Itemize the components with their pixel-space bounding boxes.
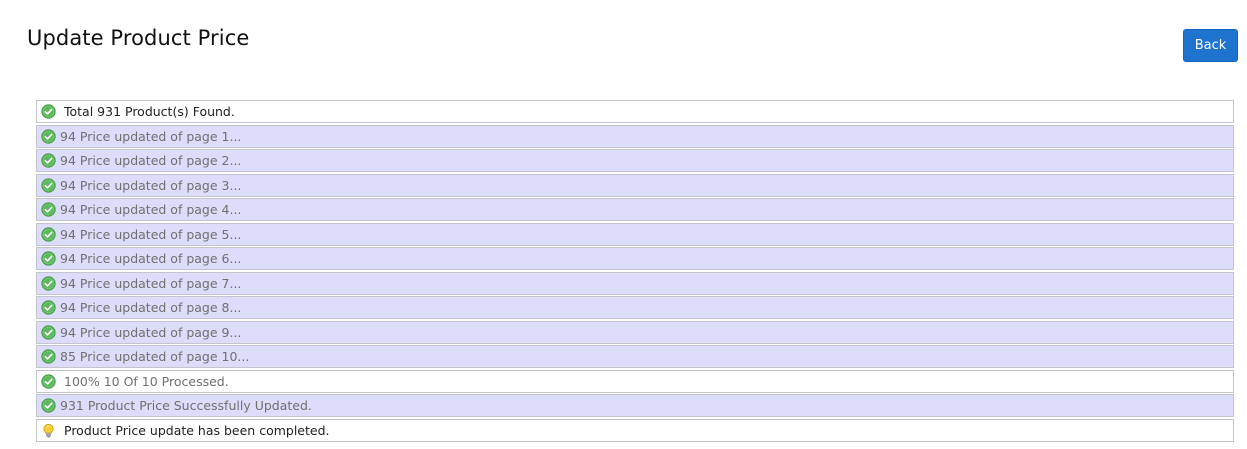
- log-row-text: 931 Product Price Successfully Updated.: [60, 398, 312, 413]
- log-row: Product Price update has been completed.: [36, 418, 1234, 442]
- lightbulb-icon: [41, 423, 56, 438]
- log-row: 94 Price updated of page 4...: [36, 198, 1234, 221]
- log-row: 931 Product Price Successfully Updated.: [36, 394, 1234, 417]
- log-row-text: 94 Price updated of page 1...: [60, 128, 242, 144]
- log-row: 94 Price updated of page 2...: [36, 149, 1234, 172]
- log-row: 94 Price updated of page 6...: [36, 247, 1234, 270]
- log-row-text: 94 Price updated of page 3...: [60, 177, 242, 193]
- log-row: 94 Price updated of page 1...: [36, 124, 1234, 148]
- log-row: 94 Price updated of page 7...: [36, 271, 1234, 295]
- log-row-text: 94 Price updated of page 7...: [60, 275, 242, 291]
- log-row: 94 Price updated of page 9...: [36, 320, 1234, 344]
- back-button[interactable]: Back: [1183, 29, 1238, 62]
- page-header: Update Product Price Back: [0, 0, 1247, 90]
- log-row-text: 94 Price updated of page 2...: [60, 153, 242, 168]
- log-row: 94 Price updated of page 5...: [36, 222, 1234, 246]
- log-row: 94 Price updated of page 3...: [36, 173, 1234, 197]
- log-row: Total 931 Product(s) Found.: [36, 100, 1234, 123]
- log-row-text: 100% 10 Of 10 Processed.: [64, 373, 229, 389]
- check-circle-icon: [41, 373, 56, 389]
- check-circle-icon: [41, 251, 56, 266]
- log-row-text: Product Price update has been completed.: [64, 422, 330, 438]
- page-title: Update Product Price: [27, 26, 250, 50]
- check-circle-icon: [41, 398, 56, 413]
- check-circle-icon: [41, 202, 56, 217]
- log-row: 94 Price updated of page 8...: [36, 296, 1234, 319]
- check-circle-icon: [41, 349, 56, 364]
- log-row-text: 94 Price updated of page 6...: [60, 251, 242, 266]
- check-circle-icon: [41, 324, 56, 340]
- check-circle-icon: [41, 153, 56, 168]
- check-circle-icon: [41, 275, 56, 291]
- log-row-text: 85 Price updated of page 10...: [60, 349, 250, 364]
- log-row: 100% 10 Of 10 Processed.: [36, 369, 1234, 393]
- check-circle-icon: [41, 104, 56, 119]
- check-circle-icon: [41, 128, 56, 144]
- check-circle-icon: [41, 300, 56, 315]
- check-circle-icon: [41, 177, 56, 193]
- log-row: 85 Price updated of page 10...: [36, 345, 1234, 368]
- log-row-text: Total 931 Product(s) Found.: [64, 104, 235, 119]
- log-row-text: 94 Price updated of page 4...: [60, 202, 242, 217]
- progress-log: Total 931 Product(s) Found. 94 Price upda…: [36, 100, 1234, 443]
- check-circle-icon: [41, 226, 56, 242]
- log-row-text: 94 Price updated of page 8...: [60, 300, 242, 315]
- log-row-text: 94 Price updated of page 5...: [60, 226, 242, 242]
- log-row-text: 94 Price updated of page 9...: [60, 324, 242, 340]
